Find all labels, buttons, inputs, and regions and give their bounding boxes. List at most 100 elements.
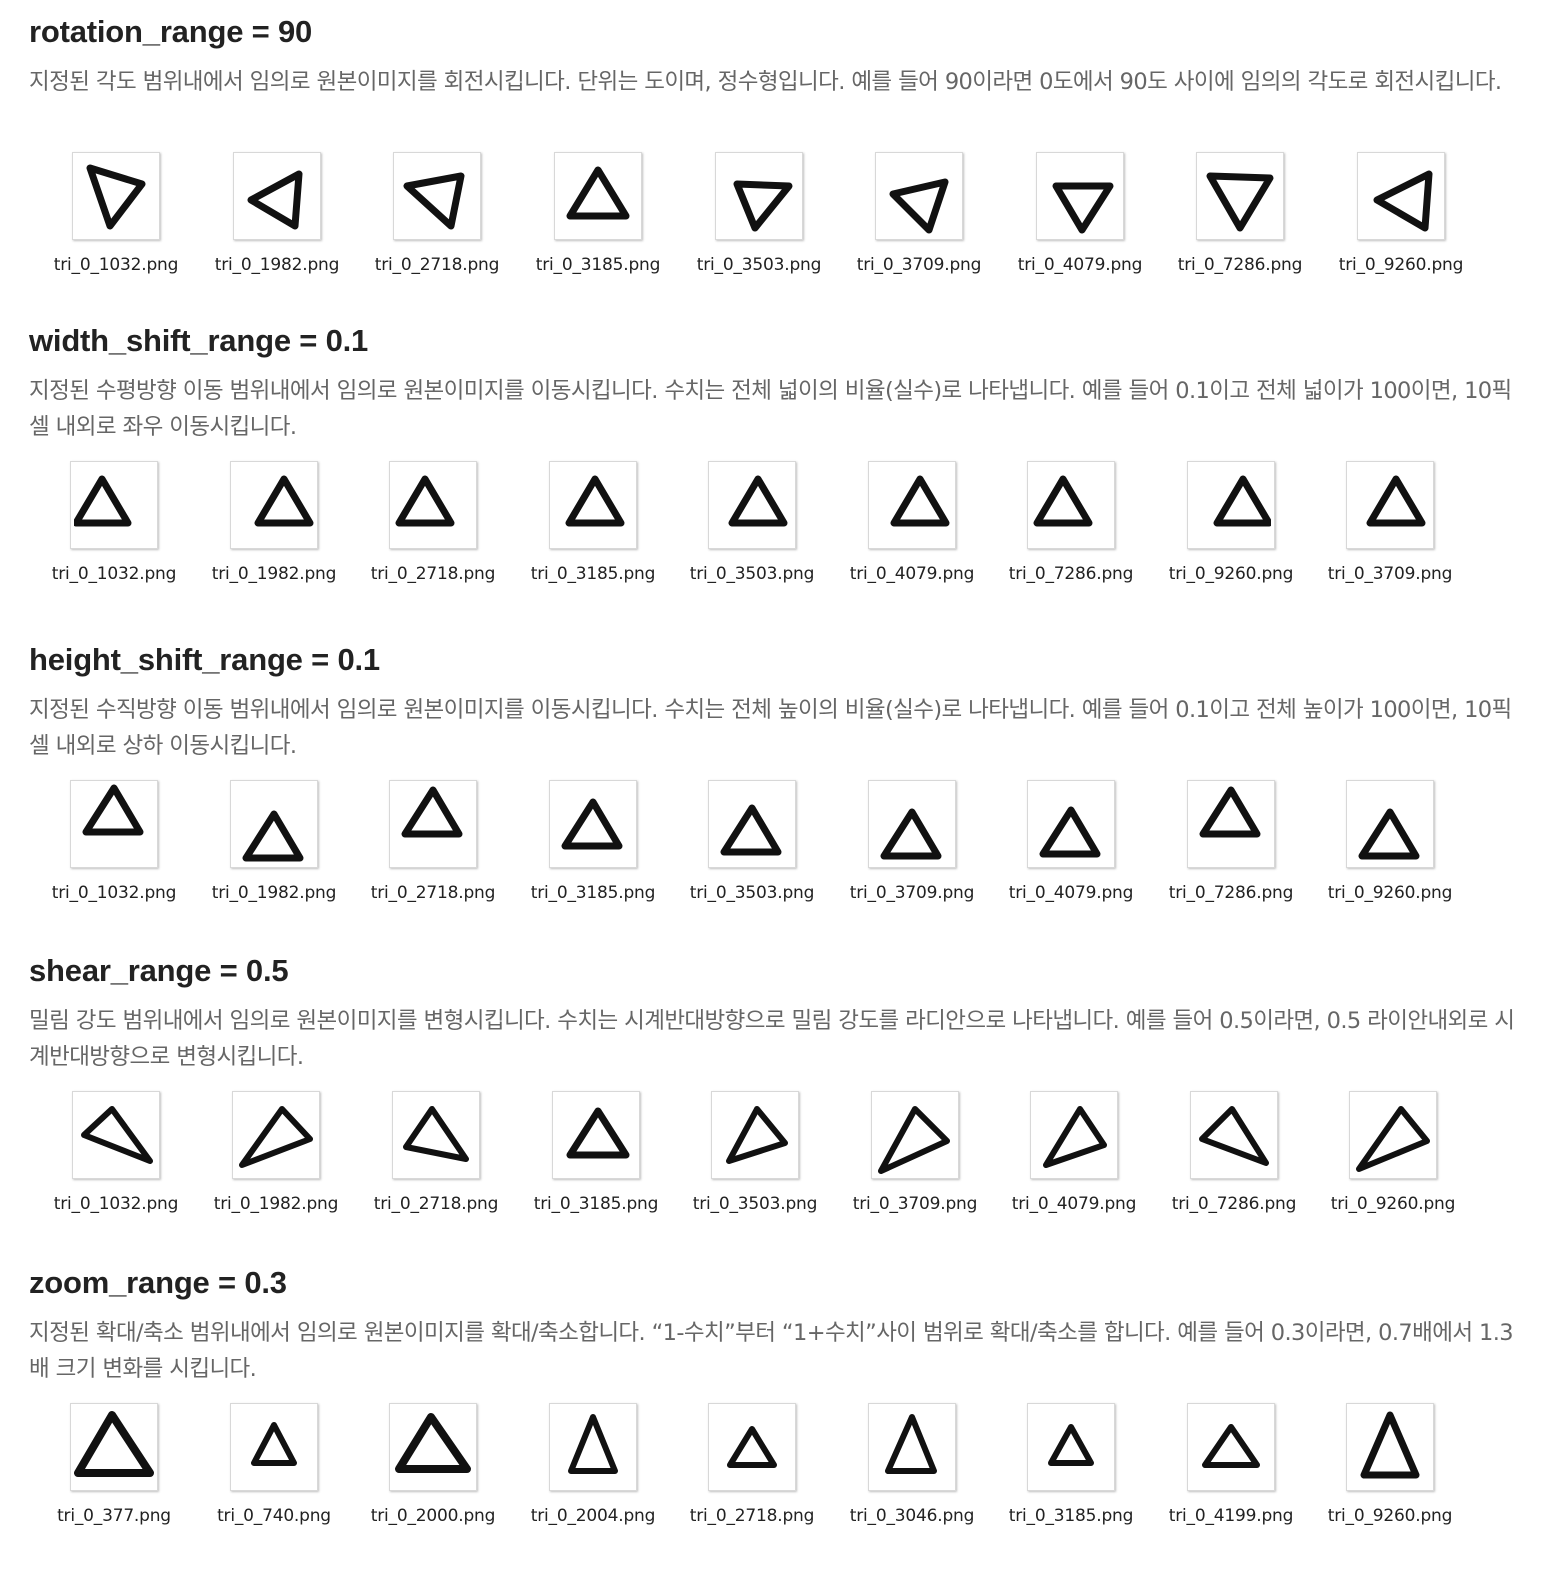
thumbnail-item[interactable]: tri_0_1032.png bbox=[52, 461, 210, 591]
thumbnail-item[interactable]: tri_0_1032.png bbox=[54, 152, 212, 282]
thumbnail-item[interactable]: tri_0_3503.png bbox=[690, 780, 848, 910]
thumbnail-item[interactable]: tri_0_3503.png bbox=[697, 152, 855, 282]
thumbnail-item[interactable]: tri_0_3185.png bbox=[1009, 1403, 1167, 1533]
section-description: 지정된 수직방향 이동 범위내에서 임의로 원본이미지를 이동시킵니다. 수치는… bbox=[29, 697, 1512, 759]
section-title: height_shift_range = 0.1 bbox=[29, 642, 380, 677]
thumbnail-filename: tri_0_1982.png bbox=[213, 1194, 339, 1214]
section-description: 지정된 확대/축소 범위내에서 임의로 원본이미지를 확대/축소합니다. “1-… bbox=[29, 1320, 1514, 1382]
thumbnail-filename: tri_0_3503.png bbox=[689, 883, 815, 903]
thumbnail-filename: tri_0_2718.png bbox=[370, 883, 496, 903]
thumbnail-item[interactable]: tri_0_1032.png bbox=[54, 1091, 212, 1221]
thumbnail-item[interactable]: tri_0_9260.png bbox=[1339, 152, 1497, 282]
thumbnail-item[interactable]: tri_0_2000.png bbox=[371, 1403, 529, 1533]
section-title: zoom_range = 0.3 bbox=[29, 1265, 287, 1300]
thumbnail-item[interactable]: tri_0_3709.png bbox=[857, 152, 1015, 282]
thumbnail-item[interactable]: tri_0_1982.png bbox=[215, 152, 373, 282]
thumbnail-image bbox=[871, 1091, 959, 1179]
section-description: 밀림 강도 범위내에서 임의로 원본이미지를 변형시킵니다. 수치는 시계반대방… bbox=[29, 1008, 1515, 1070]
section-title: rotation_range = 90 bbox=[29, 14, 313, 49]
thumbnail-image bbox=[708, 780, 796, 868]
thumbnail-filename: tri_0_2004.png bbox=[530, 1506, 656, 1526]
thumbnail-image bbox=[868, 461, 956, 549]
thumbnail-image bbox=[230, 780, 318, 868]
thumbnail-item[interactable]: tri_0_3709.png bbox=[1328, 461, 1486, 591]
thumbnail-filename: tri_0_3503.png bbox=[689, 564, 815, 584]
thumbnail-image bbox=[1027, 780, 1115, 868]
thumbnail-image bbox=[393, 152, 481, 240]
thumbnail-filename: tri_0_1982.png bbox=[211, 564, 337, 584]
section-description: 지정된 각도 범위내에서 임의로 원본이미지를 회전시킵니다. 단위는 도이며,… bbox=[29, 69, 1502, 95]
thumbnail-image bbox=[1346, 461, 1434, 549]
section-title: width_shift_range = 0.1 bbox=[29, 323, 369, 358]
thumbnail-item[interactable]: tri_0_4079.png bbox=[1009, 780, 1167, 910]
thumbnail-image bbox=[72, 152, 160, 240]
thumbnail-filename: tri_0_3503.png bbox=[692, 1194, 818, 1214]
section-title: shear_range = 0.5 bbox=[29, 953, 289, 988]
thumbnail-filename: tri_0_3185.png bbox=[1008, 1506, 1134, 1526]
thumbnail-item[interactable]: tri_0_2718.png bbox=[375, 152, 533, 282]
thumbnail-image bbox=[1196, 152, 1284, 240]
thumbnail-item[interactable]: tri_0_4079.png bbox=[1018, 152, 1176, 282]
thumbnail-filename: tri_0_2718.png bbox=[370, 564, 496, 584]
thumbnail-filename: tri_0_9260.png bbox=[1330, 1194, 1456, 1214]
thumbnail-filename: tri_0_3185.png bbox=[530, 883, 656, 903]
thumbnail-image bbox=[1030, 1091, 1118, 1179]
thumbnail-image bbox=[711, 1091, 799, 1179]
thumbnail-image bbox=[232, 1091, 320, 1179]
thumbnail-filename: tri_0_1032.png bbox=[51, 883, 177, 903]
thumbnail-image bbox=[70, 1403, 158, 1491]
thumbnail-filename: tri_0_7286.png bbox=[1171, 1194, 1297, 1214]
thumbnail-image bbox=[1346, 1403, 1434, 1491]
thumbnail-item[interactable]: tri_0_9260.png bbox=[1328, 1403, 1486, 1533]
thumbnail-filename: tri_0_9260.png bbox=[1168, 564, 1294, 584]
thumbnail-image bbox=[549, 1403, 637, 1491]
thumbnail-image bbox=[715, 152, 803, 240]
thumbnail-item[interactable]: tri_0_377.png bbox=[57, 1403, 210, 1533]
thumbnail-filename: tri_0_2000.png bbox=[370, 1506, 496, 1526]
thumbnail-item[interactable]: tri_0_7286.png bbox=[1178, 152, 1336, 282]
thumbnail-image bbox=[389, 461, 477, 549]
thumbnail-image bbox=[70, 780, 158, 868]
thumbnail-filename: tri_0_1032.png bbox=[51, 564, 177, 584]
thumbnail-item[interactable]: tri_0_3503.png bbox=[693, 1091, 851, 1221]
thumbnail-image bbox=[1187, 780, 1275, 868]
thumbnail-row: tri_0_377.png tri_0_740.png tri_0_2000.p… bbox=[0, 1403, 1554, 1543]
thumbnail-image bbox=[875, 152, 963, 240]
thumbnail-filename: tri_0_3709.png bbox=[849, 883, 975, 903]
thumbnail-image bbox=[1027, 1403, 1115, 1491]
thumbnail-item[interactable]: tri_0_1032.png bbox=[52, 780, 210, 910]
thumbnail-item[interactable]: tri_0_9260.png bbox=[1331, 1091, 1489, 1221]
thumbnail-item[interactable]: tri_0_2718.png bbox=[374, 1091, 532, 1221]
thumbnail-item[interactable]: tri_0_9260.png bbox=[1328, 780, 1486, 910]
thumbnail-item[interactable]: tri_0_2718.png bbox=[690, 1403, 848, 1533]
thumbnail-filename: tri_0_4079.png bbox=[1017, 255, 1143, 275]
thumbnail-filename: tri_0_740.png bbox=[217, 1506, 331, 1526]
thumbnail-image bbox=[230, 461, 318, 549]
thumbnail-image bbox=[708, 461, 796, 549]
thumbnail-filename: tri_0_377.png bbox=[57, 1506, 171, 1526]
section-description: 지정된 수평방향 이동 범위내에서 임의로 원본이미지를 이동시킵니다. 수치는… bbox=[29, 378, 1512, 440]
thumbnail-row: tri_0_1032.png tri_0_1982.png tri_0_2718… bbox=[0, 461, 1554, 601]
thumbnail-filename: tri_0_3185.png bbox=[535, 255, 661, 275]
thumbnail-filename: tri_0_3185.png bbox=[530, 564, 656, 584]
thumbnail-filename: tri_0_9260.png bbox=[1327, 883, 1453, 903]
thumbnail-image bbox=[233, 152, 321, 240]
thumbnail-item[interactable]: tri_0_4079.png bbox=[1012, 1091, 1170, 1221]
thumbnail-item[interactable]: tri_0_2718.png bbox=[371, 461, 529, 591]
thumbnail-image bbox=[708, 1403, 796, 1491]
thumbnail-filename: tri_0_3709.png bbox=[856, 255, 982, 275]
thumbnail-item[interactable]: tri_0_3185.png bbox=[536, 152, 694, 282]
thumbnail-image bbox=[230, 1403, 318, 1491]
thumbnail-filename: tri_0_2718.png bbox=[374, 255, 500, 275]
thumbnail-item[interactable]: tri_0_3503.png bbox=[690, 461, 848, 591]
thumbnail-image bbox=[1349, 1091, 1437, 1179]
thumbnail-item[interactable]: tri_0_7286.png bbox=[1009, 461, 1167, 591]
thumbnail-item[interactable]: tri_0_2718.png bbox=[371, 780, 529, 910]
thumbnail-filename: tri_0_9260.png bbox=[1327, 1506, 1453, 1526]
thumbnail-filename: tri_0_1982.png bbox=[211, 883, 337, 903]
thumbnail-item[interactable]: tri_0_1982.png bbox=[214, 1091, 372, 1221]
thumbnail-image bbox=[1346, 780, 1434, 868]
thumbnail-filename: tri_0_7286.png bbox=[1008, 564, 1134, 584]
thumbnail-image bbox=[868, 1403, 956, 1491]
thumbnail-image bbox=[389, 1403, 477, 1491]
